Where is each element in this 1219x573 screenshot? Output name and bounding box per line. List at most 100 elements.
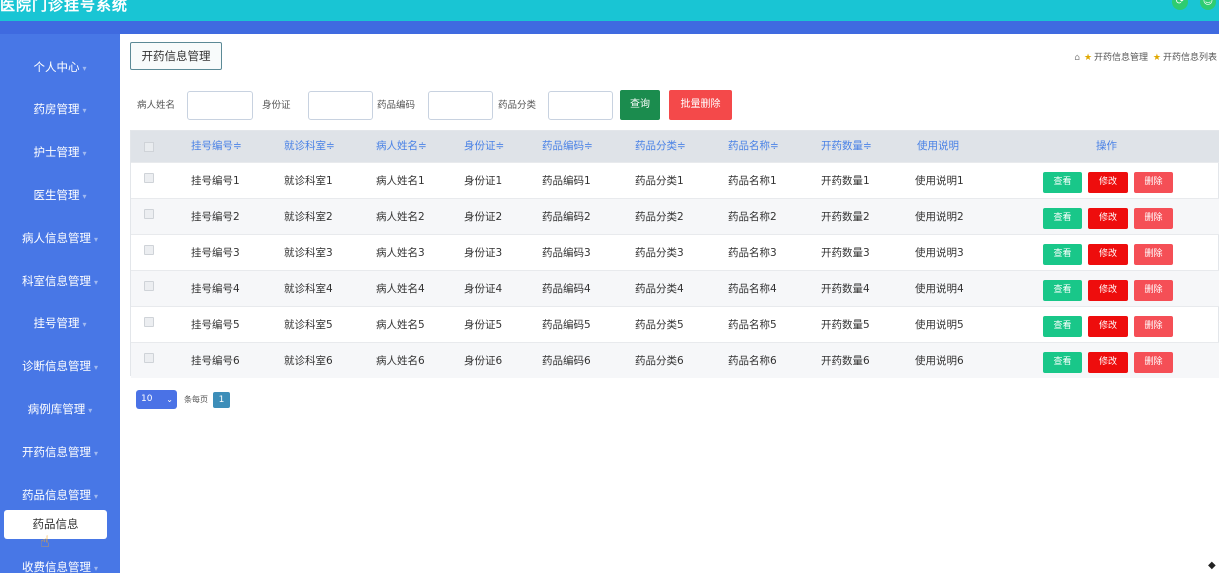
chevron-down-icon: ▾ [82,192,87,201]
table-cell: 药品名称1 [728,175,777,187]
table-cell: 药品编码5 [542,319,591,331]
sort-icon: ≑ [863,140,872,152]
drug-code-input[interactable] [428,91,493,120]
table-cell: 身份证2 [464,211,503,223]
table-cell: 药品分类6 [635,355,684,367]
query-button[interactable]: 查询 [620,90,660,120]
sort-icon: ≑ [495,140,505,152]
column-header-label: 开药数量 [821,140,863,152]
batch-delete-button[interactable]: 批量删除 [669,90,732,120]
column-header[interactable]: 药品编码≑ [542,131,593,162]
row-checkbox[interactable] [144,281,154,291]
edit-button[interactable]: 修改 [1088,208,1128,229]
table-header: 挂号编号≑ 就诊科室≑ 病人姓名≑ 身份证≑ 药品编码≑ 药品分类≑ 药品名称≑… [131,131,1219,162]
edit-button[interactable]: 修改 [1088,352,1128,373]
refresh-icon[interactable]: ⟳ [1172,0,1188,10]
page-number-button[interactable]: 1 [213,392,230,408]
column-header: 使用说明 [917,140,959,152]
table-cell: 开药数量2 [821,211,870,223]
table-cell: 开药数量3 [821,247,870,259]
delete-button[interactable]: 删除 [1134,244,1173,265]
sidebar-item-diagnosis[interactable]: 诊断信息管理 ▾ [0,354,120,378]
id-card-input[interactable] [308,91,373,120]
row-checkbox[interactable] [144,245,154,255]
column-header-label: 身份证 [464,140,496,152]
table-cell: 药品分类1 [635,175,684,187]
view-button[interactable]: 查看 [1043,172,1082,193]
edit-button[interactable]: 修改 [1088,172,1128,193]
table-cell: 开药数量6 [821,355,870,367]
sidebar-item-label: 护士管理 [33,145,80,159]
breadcrumb: ⌂ ★ 开药信息管理 ★ 开药信息列表 [1074,50,1217,63]
table-cell: 挂号编号5 [191,319,240,331]
view-button[interactable]: 查看 [1043,316,1082,337]
sidebar-item-prescriptions[interactable]: 开药信息管理 ▾ [0,440,120,464]
column-header[interactable]: 挂号编号≑ [191,131,242,162]
sidebar-item-departments[interactable]: 科室信息管理 ▾ [0,269,120,293]
column-header-label: 就诊科室 [284,140,326,152]
table-cell: 病人姓名5 [376,319,425,331]
chevron-down-icon: ▾ [93,564,98,573]
view-button[interactable]: 查看 [1043,244,1082,265]
column-header[interactable]: 开药数量≑ [821,131,872,162]
column-header[interactable]: 病人姓名≑ [376,131,427,162]
top-bar: 医院门诊挂号系统 ⟳ ☺ [0,0,1219,21]
view-button[interactable]: 查看 [1043,280,1082,301]
column-header[interactable]: 药品分类≑ [635,131,686,162]
sidebar-item-doctors[interactable]: 医生管理 ▾ [0,183,120,207]
table-cell: 药品编码6 [542,355,591,367]
delete-button[interactable]: 删除 [1134,172,1173,193]
patient-name-input[interactable] [187,91,253,120]
view-button[interactable]: 查看 [1043,208,1082,229]
page-tag[interactable]: 开药信息管理 [130,42,222,70]
drug-category-input[interactable] [548,91,613,120]
row-checkbox[interactable] [144,209,154,219]
sidebar-item-nurses[interactable]: 护士管理 ▾ [0,140,120,164]
breadcrumb-item[interactable]: 开药信息管理 [1094,53,1148,63]
sidebar-item-billing[interactable]: 收费信息管理 ▾ [0,555,120,573]
user-icon[interactable]: ☺ [1200,0,1216,10]
sort-icon: ≑ [418,140,427,152]
delete-button[interactable]: 删除 [1134,208,1173,229]
page-size-select[interactable]: 10 ⌄ [136,390,177,409]
table-cell: 开药数量5 [821,319,870,331]
table-cell: 使用说明6 [915,355,964,367]
table-cell: 挂号编号6 [191,355,240,367]
sort-icon: ≑ [677,140,686,152]
view-button[interactable]: 查看 [1043,352,1082,373]
delete-button[interactable]: 删除 [1134,316,1173,337]
sidebar-item-registration[interactable]: 挂号管理 ▾ [0,311,120,335]
sort-icon: ≑ [233,140,242,152]
sidebar-item-pharmacy[interactable]: 药房管理 ▾ [0,97,120,121]
table-cell: 病人姓名1 [376,175,425,187]
delete-button[interactable]: 删除 [1134,280,1173,301]
edit-button[interactable]: 修改 [1088,316,1128,337]
sidebar-item-case-library[interactable]: 病例库管理 ▾ [0,397,120,421]
table-cell: 药品编码4 [542,283,591,295]
table-cell: 就诊科室5 [284,319,333,331]
chevron-down-icon: ▾ [93,278,98,287]
edit-button[interactable]: 修改 [1088,280,1128,301]
sidebar-item-label: 病人信息管理 [21,231,91,245]
row-checkbox[interactable] [144,317,154,327]
sidebar-subitem-drug-info[interactable]: 药品信息 [4,510,107,539]
sidebar-item-personal-center[interactable]: 个人中心 ▾ [0,55,120,79]
edit-button[interactable]: 修改 [1088,244,1128,265]
column-header[interactable]: 药品名称≑ [728,131,779,162]
column-header[interactable]: 就诊科室≑ [284,131,335,162]
row-checkbox[interactable] [144,353,154,363]
delete-button[interactable]: 删除 [1134,352,1173,373]
column-header[interactable]: 身份证≑ [464,131,504,162]
table-cell: 身份证5 [464,319,503,331]
column-header-label: 挂号编号 [191,140,233,152]
sidebar-item-label: 医生管理 [33,188,80,202]
row-checkbox[interactable] [144,173,154,183]
sidebar-item-patients[interactable]: 病人信息管理 ▾ [0,226,120,250]
column-header-label: 药品编码 [542,140,584,152]
table-cell: 药品分类2 [635,211,684,223]
table-cell: 药品分类4 [635,283,684,295]
home-icon[interactable]: ⌂ [1074,53,1080,63]
sidebar-item-label: 个人中心 [33,60,80,74]
select-all-checkbox[interactable] [144,142,154,152]
sidebar-item-drugs[interactable]: 药品信息管理 ▾ [0,483,120,507]
